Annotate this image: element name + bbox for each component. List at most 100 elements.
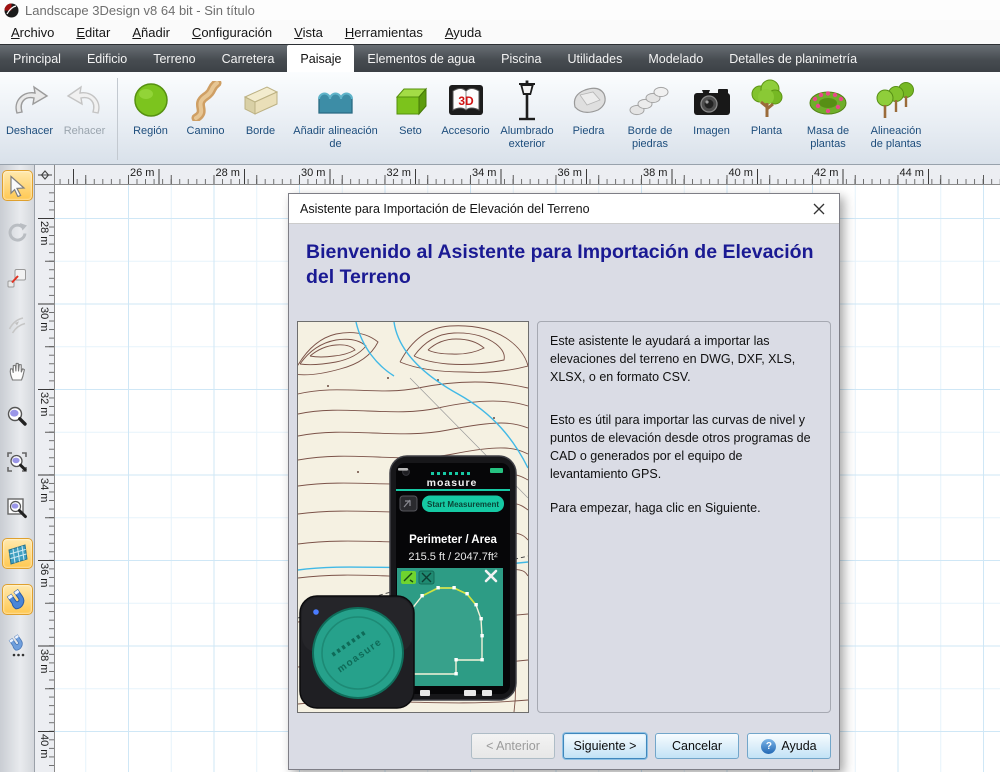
application-window: Landscape 3Design v8 64 bit - Sin título…: [0, 0, 1000, 772]
horizontal-ruler-label: 32 m: [387, 167, 411, 179]
help-icon: ?: [761, 739, 776, 754]
outdoor-lamp-icon: [507, 77, 547, 125]
terrain-import-wizard-dialog: Asistente para Importación de Elevación …: [288, 193, 840, 770]
hedge-icon: [389, 77, 433, 125]
next-button[interactable]: Siguiente >: [563, 733, 647, 759]
accessory-button[interactable]: 3D Accesorio: [438, 74, 493, 139]
app-logo-icon: [4, 3, 19, 18]
curve-edit-icon: [6, 313, 28, 335]
plant-mass-button[interactable]: Masa de plantas: [794, 74, 862, 152]
horizontal-ruler-label: 26 m: [130, 167, 154, 179]
dialog-button-row: < Anterior Siguiente > Cancelar ? Ayuda: [471, 733, 831, 759]
ruler-origin-corner: [35, 165, 55, 185]
menu-item[interactable]: Añadir: [121, 22, 181, 43]
tab-detalles-de-planimetria[interactable]: Detalles de planimetría: [716, 45, 870, 72]
horizontal-ruler-label: 30 m: [301, 167, 325, 179]
wizard-illustration: moasure Start Measurement Perimeter / Ar…: [297, 321, 529, 713]
pan-tool-button[interactable]: [2, 354, 33, 385]
horizontal-ruler: 26 m28 m30 m32 m34 m36 m38 m40 m42 m44 m: [55, 165, 1000, 185]
tab-paisaje[interactable]: Paisaje: [287, 45, 354, 72]
menu-item[interactable]: Editar: [65, 22, 121, 43]
zoom-extents-tool-button[interactable]: [2, 492, 33, 523]
plant-row-icon: [872, 77, 920, 125]
horizontal-ruler-label: 38 m: [643, 167, 667, 179]
tab-terreno[interactable]: Terreno: [140, 45, 208, 72]
plant-button[interactable]: Planta: [739, 74, 794, 139]
stone-border-button[interactable]: Borde de piedras: [616, 74, 684, 152]
menu-item[interactable]: Ayuda: [434, 22, 493, 43]
help-button[interactable]: ? Ayuda: [747, 733, 831, 759]
undo-button[interactable]: Deshacer: [2, 74, 57, 139]
plant-row-button[interactable]: Alineación de plantas: [862, 74, 930, 152]
undo-icon: [9, 77, 51, 125]
redo-button[interactable]: Rehacer: [57, 74, 112, 139]
svg-text:Start Measurement: Start Measurement: [427, 500, 499, 509]
tab-carretera[interactable]: Carretera: [209, 45, 288, 72]
tab-modelado[interactable]: Modelado: [635, 45, 716, 72]
accessory-3d-icon: 3D: [444, 77, 488, 125]
vertical-ruler-label: 30 m: [38, 307, 50, 331]
horizontal-ruler-label: 36 m: [558, 167, 582, 179]
select-tool-button[interactable]: [2, 170, 33, 201]
path-button[interactable]: Camino: [178, 74, 233, 139]
ribbon-separator: [117, 78, 118, 160]
snap-options-button[interactable]: [2, 630, 33, 661]
rotate-tool-button[interactable]: [2, 216, 33, 247]
zoom-window-tool-button[interactable]: [2, 446, 33, 477]
vertical-ruler-label: 32 m: [38, 392, 50, 416]
dialog-titlebar: Asistente para Importación de Elevación …: [289, 194, 839, 224]
tab-principal[interactable]: Principal: [0, 45, 74, 72]
svg-text:Perimeter / Area: Perimeter / Area: [409, 534, 497, 546]
stone-button[interactable]: Piedra: [561, 74, 616, 139]
path-icon: [186, 77, 226, 125]
pan-hand-icon: [6, 359, 28, 381]
curve-edit-tool-button[interactable]: [2, 308, 33, 339]
cancel-button[interactable]: Cancelar: [655, 733, 739, 759]
horizontal-ruler-label: 28 m: [216, 167, 240, 179]
menu-bar: ArchivoEditarAñadirConfiguraciónVistaHer…: [0, 20, 1000, 44]
outdoor-lighting-button[interactable]: Alumbrado exterior: [493, 74, 561, 152]
camera-icon: [690, 77, 734, 125]
menu-item[interactable]: Archivo: [0, 22, 65, 43]
tab-edificio[interactable]: Edificio: [74, 45, 140, 72]
move-node-tool-button[interactable]: [2, 262, 33, 293]
border-button[interactable]: Borde: [233, 74, 288, 139]
close-icon: [813, 203, 825, 215]
select-arrow-icon: [6, 175, 28, 197]
add-alignment-button[interactable]: Añadir alineación de: [288, 74, 383, 152]
tab-elementos-de-agua[interactable]: Elementos de agua: [354, 45, 488, 72]
wizard-heading: Bienvenido al Asistente para Importación…: [289, 224, 839, 291]
horizontal-ruler-label: 40 m: [729, 167, 753, 179]
wizard-paragraph: Esto es útil para importar las curvas de…: [550, 412, 818, 483]
region-button[interactable]: Región: [123, 74, 178, 139]
tab-piscina[interactable]: Piscina: [488, 45, 554, 72]
zoom-window-icon: [6, 451, 28, 473]
image-button[interactable]: Imagen: [684, 74, 739, 139]
menu-item[interactable]: Configuración: [181, 22, 283, 43]
zoom-icon: [6, 405, 28, 427]
tool-column: [0, 165, 35, 772]
snap-toggle-button[interactable]: [2, 584, 33, 615]
back-button[interactable]: < Anterior: [471, 733, 555, 759]
zoom-tool-button[interactable]: [2, 400, 33, 431]
grid-toggle-button[interactable]: [2, 538, 33, 569]
redo-icon: [64, 77, 106, 125]
help-button-label: Ayuda: [781, 739, 816, 753]
moasure-device-illustration: moasure: [300, 596, 414, 708]
svg-text:moasure: moasure: [427, 477, 478, 489]
vertical-ruler-label: 34 m: [38, 478, 50, 502]
hedge-button[interactable]: Seto: [383, 74, 438, 139]
region-icon: [131, 77, 171, 125]
menu-item[interactable]: Vista: [283, 22, 334, 43]
menu-item[interactable]: Herramientas: [334, 22, 434, 43]
tab-utilidades[interactable]: Utilidades: [554, 45, 635, 72]
close-button[interactable]: [799, 194, 839, 224]
vertical-ruler-label: 28 m: [38, 221, 50, 245]
horizontal-ruler-label: 44 m: [900, 167, 924, 179]
svg-text:3D: 3D: [458, 94, 474, 108]
plant-mass-icon: [805, 77, 851, 125]
move-node-icon: [6, 267, 28, 289]
border-icon: [239, 77, 283, 125]
stone-icon: [567, 77, 611, 125]
ribbon-toolbar: Deshacer Rehacer Región Camino Borde: [0, 72, 1000, 165]
